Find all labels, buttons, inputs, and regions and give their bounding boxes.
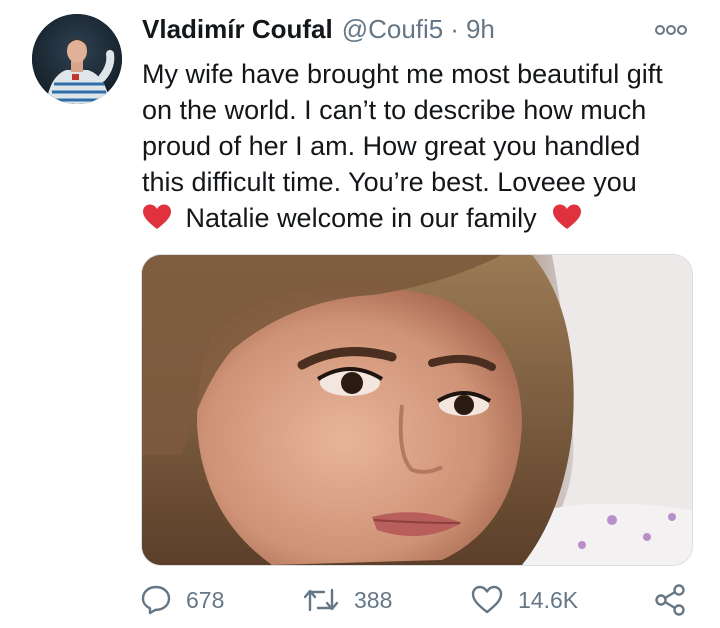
tweet-text: My wife have brought me most beautiful g… xyxy=(142,56,702,236)
tweet-text-line: this difficult time. You’re best. Loveee… xyxy=(142,167,637,197)
heart-icon xyxy=(470,584,504,616)
tweet-timestamp[interactable]: 9h xyxy=(466,14,495,44)
like-button[interactable]: 14.6K xyxy=(470,580,578,620)
tweet-actions: 678 388 14.6K xyxy=(0,580,720,620)
author-name[interactable]: Vladimír Coufal xyxy=(142,14,333,44)
red-heart-emoji-icon xyxy=(142,203,172,231)
retweet-count: 388 xyxy=(354,586,393,613)
share-button[interactable] xyxy=(652,580,688,620)
like-count: 14.6K xyxy=(518,586,579,613)
author-handle[interactable]: @Coufi5 xyxy=(342,14,444,44)
share-icon xyxy=(652,583,688,617)
tweet-text-line: My wife have brought me most beautiful g… xyxy=(142,59,663,89)
tweet-text-line: on the world. I can’t to describe how mu… xyxy=(142,95,647,125)
tweet-card: Vladimír Coufal @Coufi5 · 9h My wife hav… xyxy=(0,0,720,628)
tweet-header: Vladimír Coufal @Coufi5 · 9h xyxy=(142,14,495,44)
reply-button[interactable]: 678 xyxy=(140,580,224,620)
retweet-icon xyxy=(302,584,340,616)
retweet-button[interactable]: 388 xyxy=(302,580,392,620)
reply-icon xyxy=(140,584,172,616)
tweet-text-line: proud of her I am. How great you handled xyxy=(142,131,641,161)
tweet-text-line-last: Natalie welcome in our family xyxy=(142,200,702,236)
more-options-icon[interactable] xyxy=(654,22,688,38)
tweet-text-final: Natalie welcome in our family xyxy=(185,203,537,233)
header-separator: · xyxy=(450,14,459,44)
reply-count: 678 xyxy=(186,586,225,613)
red-heart-emoji-icon xyxy=(552,203,582,231)
author-avatar[interactable] xyxy=(32,14,122,104)
tweet-photo[interactable] xyxy=(141,254,693,566)
